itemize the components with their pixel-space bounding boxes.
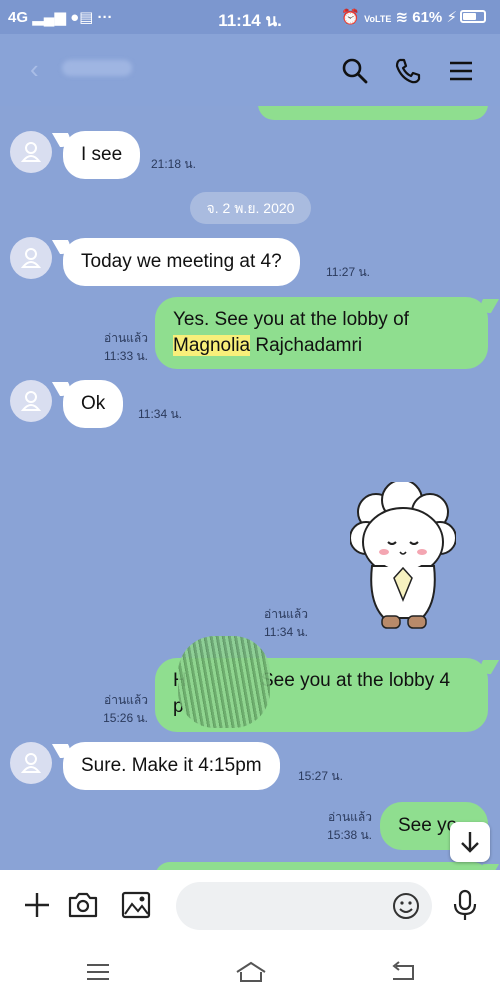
menu-icon[interactable] [446, 56, 476, 86]
person-icon [21, 391, 41, 411]
person-icon [21, 248, 41, 268]
emoji-icon[interactable] [390, 890, 422, 922]
outgoing-message-partial[interactable] [155, 862, 488, 870]
message-time: 15:27 น. [298, 769, 343, 783]
message-line-suffix: See you at the lobby 4 [261, 670, 451, 691]
incoming-message[interactable]: I see [63, 131, 141, 179]
message-time: 11:33 น. [103, 349, 148, 363]
avatar[interactable] [10, 742, 52, 784]
message-line: Yes. See you at the lobby of [173, 309, 409, 330]
person-icon [21, 142, 41, 162]
alarm-icon: ⏰ [341, 9, 360, 26]
scroll-to-bottom-button[interactable] [450, 822, 490, 862]
chat-header: ‹ [0, 34, 500, 106]
avatar[interactable] [10, 380, 52, 422]
read-receipt: อ่านแล้ว [264, 607, 308, 621]
volte-icon: VoLTE [364, 14, 392, 24]
status-right: ⏰ VoLTE ≋ 61% ⚡ [341, 8, 486, 26]
recents-icon[interactable] [83, 960, 113, 984]
date-separator: จ. 2 พ.ย. 2020 [190, 192, 311, 224]
microphone-icon[interactable] [448, 888, 482, 922]
plus-icon[interactable] [20, 888, 54, 922]
message-input-bar [0, 870, 500, 942]
highlighted-word: Magnolia [173, 335, 251, 356]
system-nav-bar [0, 942, 500, 1000]
wifi-icon: ≋ [395, 9, 409, 26]
incoming-message[interactable]: Ok [63, 380, 124, 428]
image-icon[interactable] [119, 888, 153, 922]
incoming-message[interactable]: Today we meeting at 4? [63, 238, 300, 286]
incoming-message[interactable]: Sure. Make it 4:15pm [63, 742, 280, 790]
message-time: 11:27 น. [326, 265, 371, 279]
avatar[interactable] [10, 237, 52, 279]
camera-icon[interactable] [66, 888, 100, 922]
home-icon[interactable] [234, 960, 268, 984]
back-icon[interactable] [388, 960, 418, 984]
redaction-scribble [178, 636, 270, 728]
chat-area[interactable]: I see 21:18 น. จ. 2 พ.ย. 2020 Today we m… [0, 106, 500, 870]
person-icon [21, 753, 41, 773]
outgoing-message-partial[interactable] [258, 106, 488, 120]
arrow-down-icon [461, 832, 479, 853]
read-receipt: อ่านแล้ว [104, 693, 148, 707]
chat-title-blurred [62, 60, 132, 76]
message-time: 15:26 น. [103, 711, 148, 725]
back-arrow-icon[interactable]: ‹ [30, 54, 39, 85]
charging-icon: ⚡ [446, 9, 457, 26]
status-bar: 4G ▂▄▆ ●▤ ··· 11:14 น. ⏰ VoLTE ≋ 61% ⚡ [0, 0, 500, 34]
phone-icon[interactable] [393, 56, 423, 86]
message-time: 11:34 น. [138, 407, 183, 421]
message-line: Magnolia Rajchadamri [173, 333, 470, 359]
avatar[interactable] [10, 131, 52, 173]
message-time: 11:34 น. [263, 625, 308, 639]
battery-icon [460, 10, 486, 23]
read-receipt: อ่านแล้ว [328, 810, 372, 824]
message-time: 15:38 น. [327, 828, 372, 842]
search-icon[interactable] [340, 56, 370, 86]
message-line-rest: Rajchadamri [250, 335, 363, 356]
sheep-sticker[interactable] [350, 482, 456, 634]
read-receipt: อ่านแล้ว [104, 331, 148, 345]
outgoing-message[interactable]: Yes. See you at the lobby of Magnolia Ra… [155, 297, 488, 369]
message-time: 21:18 น. [151, 157, 196, 171]
battery-percent: 61% [412, 9, 443, 26]
